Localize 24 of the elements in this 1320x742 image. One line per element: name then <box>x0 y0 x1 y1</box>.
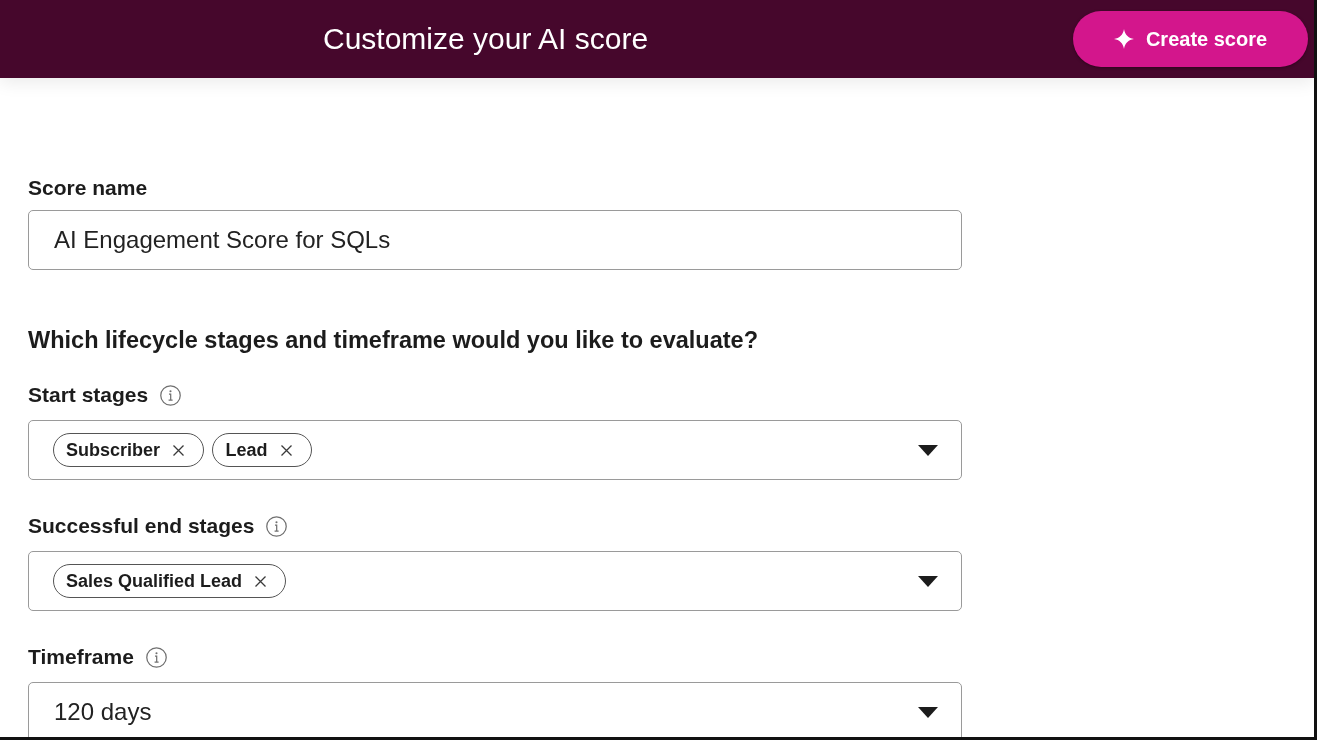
page-title: Customize your AI score <box>322 21 650 57</box>
close-icon <box>280 444 292 456</box>
score-name-input[interactable]: AI Engagement Score for SQLs <box>28 210 962 270</box>
info-icon <box>160 384 182 406</box>
info-icon <box>266 515 288 537</box>
timeframe-select[interactable]: 120 days <box>28 682 962 737</box>
field-label: Timeframe <box>28 645 134 669</box>
stage-chip[interactable]: Sales Qualified Lead <box>52 564 287 598</box>
stage-select[interactable]: Subscriber Lead <box>28 420 962 480</box>
field-label: Start stages <box>28 383 149 407</box>
create-score-button[interactable]: Create score <box>1073 11 1308 67</box>
field-label: Successful end stages <box>28 514 255 538</box>
stage-select[interactable]: Sales Qualified Lead <box>28 551 962 611</box>
close-icon <box>173 444 185 456</box>
stage-chip[interactable]: Lead <box>212 433 312 467</box>
caret-icon <box>918 575 938 587</box>
close-icon <box>255 575 267 587</box>
section-heading: Which lifecycle stages and timeframe would you like to evaluate? <box>28 326 759 354</box>
caret-icon <box>918 444 938 456</box>
info-icon <box>145 646 167 668</box>
caret-icon <box>918 706 938 718</box>
field-label: Score name <box>28 176 148 200</box>
stage-chip[interactable]: Subscriber <box>52 433 205 467</box>
sparkle-icon <box>1113 29 1134 49</box>
